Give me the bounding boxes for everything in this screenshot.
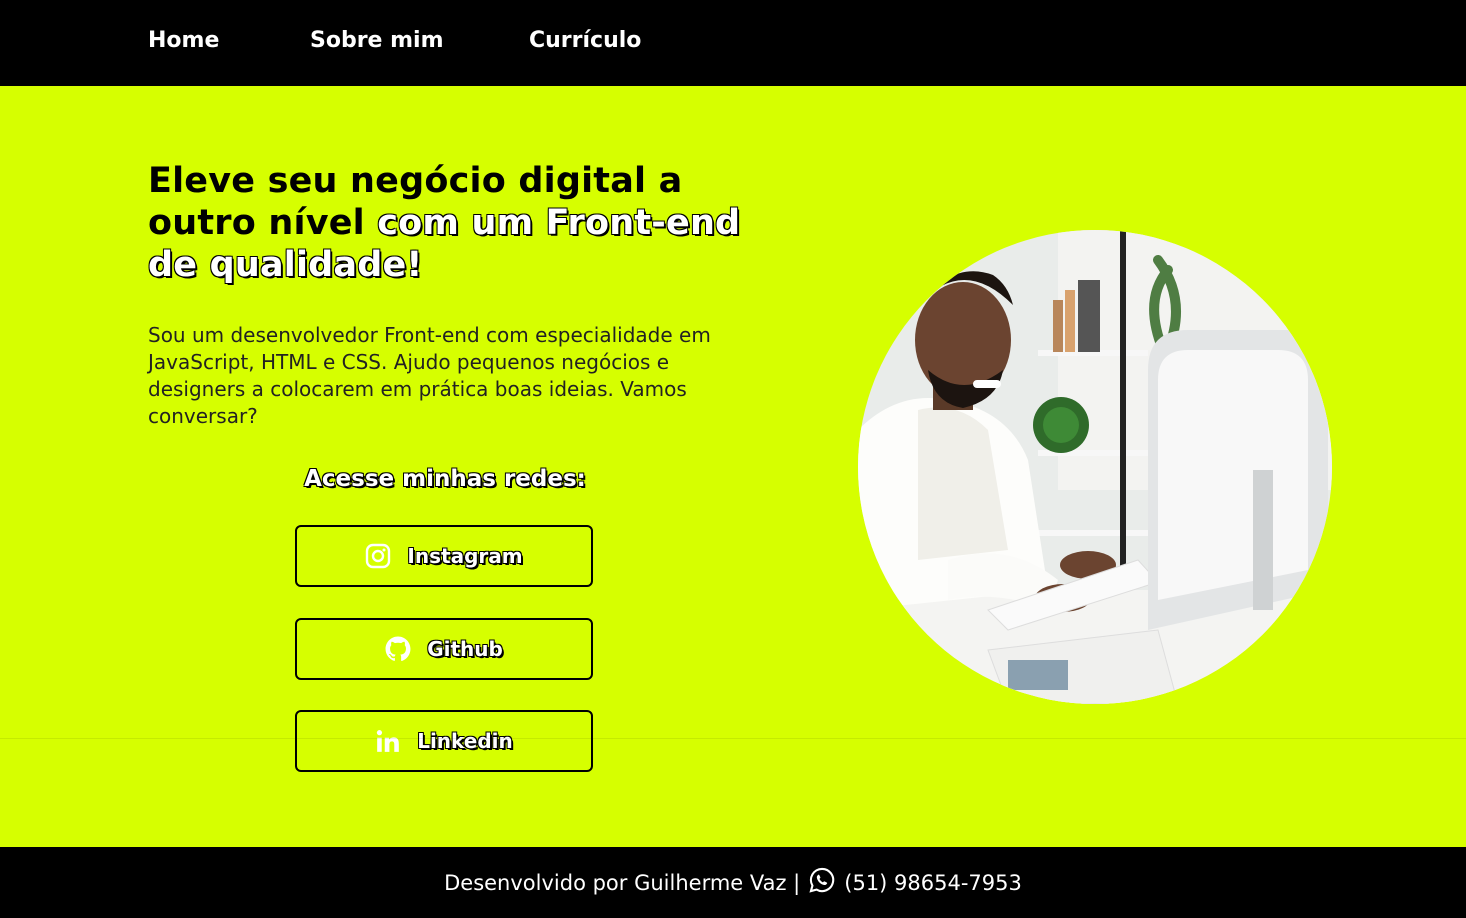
nav-resume-link[interactable]: Currículo xyxy=(529,28,641,53)
github-button[interactable]: Github xyxy=(295,618,593,680)
instagram-icon xyxy=(365,543,391,569)
github-label: Github xyxy=(427,637,503,661)
linkedin-button[interactable]: Linkedin xyxy=(295,710,593,772)
hero-description: Sou um desenvolvedor Front-end com espec… xyxy=(148,323,711,428)
footer-phone[interactable]: (51) 98654-7953 xyxy=(844,871,1022,895)
hero-title: Eleve seu negócio digital a outro nível … xyxy=(148,160,758,286)
navbar: Home Sobre mim Currículo xyxy=(0,0,1466,86)
footer: Desenvolvido por Guilherme Vaz | (51) 98… xyxy=(0,847,1466,918)
nav-about-link[interactable]: Sobre mim xyxy=(310,28,444,53)
profile-photo xyxy=(858,230,1332,704)
footer-credits: Desenvolvido por Guilherme Vaz | xyxy=(444,870,801,895)
instagram-button[interactable]: Instagram xyxy=(295,525,593,587)
instagram-label: Instagram xyxy=(407,544,523,568)
nav-home-link[interactable]: Home xyxy=(148,28,219,53)
social-heading: Acesse minhas redes: xyxy=(304,466,586,492)
linkedin-label: Linkedin xyxy=(417,729,513,753)
github-icon xyxy=(385,636,411,662)
whatsapp-icon[interactable] xyxy=(808,866,836,899)
section-divider xyxy=(0,738,1466,739)
developer-photo-illustration xyxy=(858,230,1332,704)
linkedin-icon xyxy=(375,728,401,754)
